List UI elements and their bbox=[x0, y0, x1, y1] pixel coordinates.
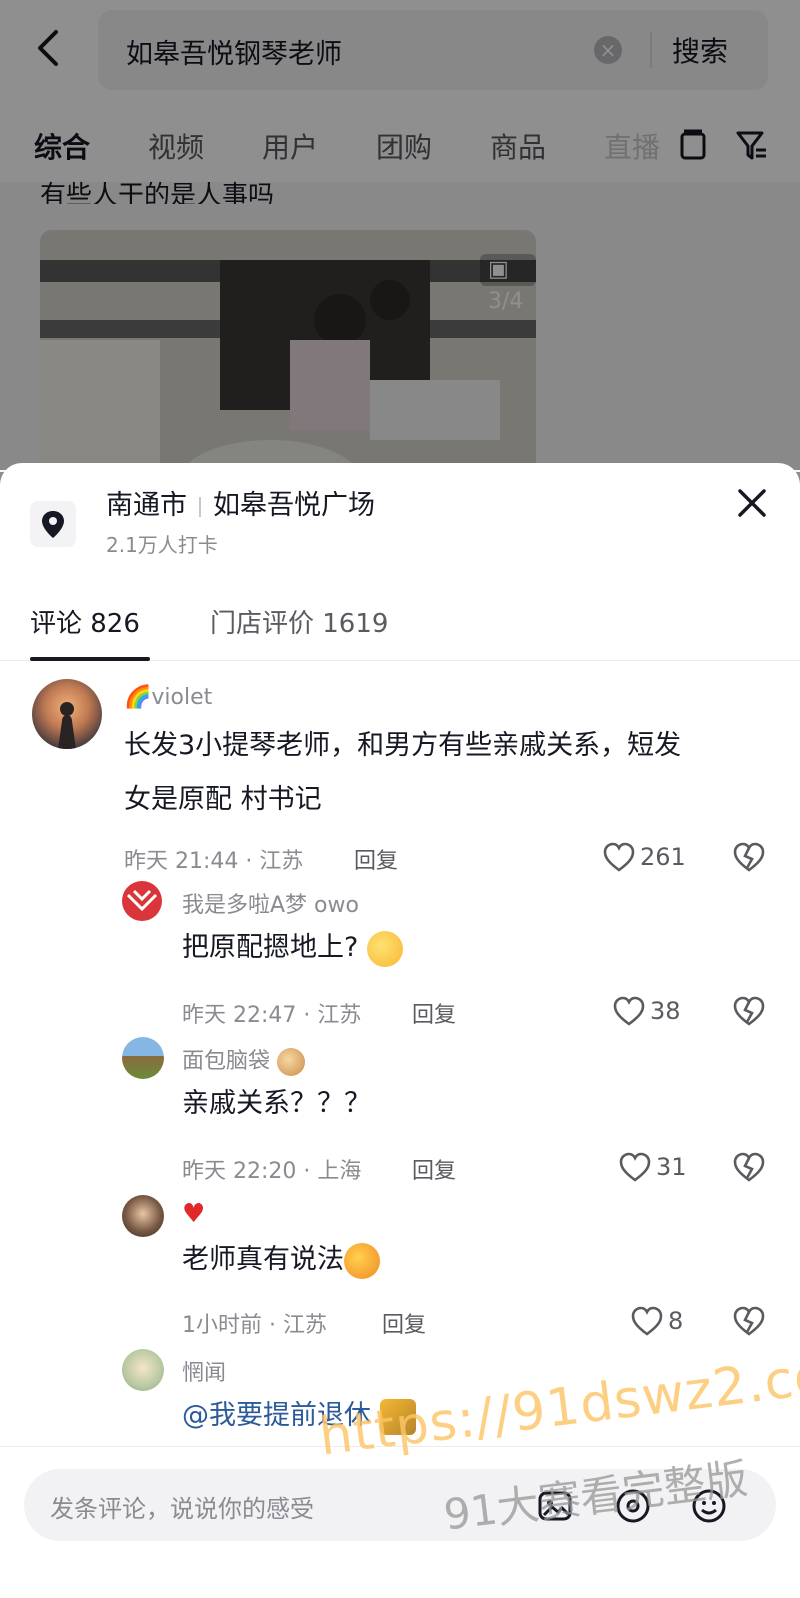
broken-heart-icon bbox=[733, 1306, 765, 1336]
comment-username[interactable]: 惘闻 bbox=[182, 1355, 226, 1387]
reply-button[interactable]: 回复 bbox=[354, 843, 398, 875]
comment-username[interactable]: 面包脑袋 bbox=[182, 1043, 306, 1076]
tab-group-buy[interactable]: 团购 bbox=[376, 126, 432, 166]
tab-products[interactable]: 商品 bbox=[490, 126, 546, 166]
location-separator bbox=[199, 496, 201, 517]
comment-text: 把原配摁地上? bbox=[182, 921, 403, 975]
location-title[interactable]: 南通市 如皋吾悦广场 bbox=[106, 483, 375, 522]
comment-text: 亲戚关系？？？ bbox=[182, 1088, 371, 1119]
laughing-face-emoji-icon bbox=[344, 1242, 380, 1279]
chevron-left-icon bbox=[38, 30, 58, 66]
location-place: 如皋吾悦广场 bbox=[213, 490, 375, 521]
avatar[interactable] bbox=[122, 1349, 164, 1391]
clear-icon[interactable]: × bbox=[594, 36, 622, 64]
active-tab-indicator bbox=[30, 657, 150, 661]
comment-username[interactable]: ♥ bbox=[182, 1199, 205, 1229]
comment-username-text: 面包脑袋 bbox=[182, 1049, 271, 1074]
location-icon bbox=[30, 501, 76, 547]
comment-meta: 昨天 21:44 · 江苏 bbox=[124, 849, 304, 874]
comment-text: 老师真有说法 bbox=[182, 1233, 380, 1287]
comment-text-content: 老师真有说法 bbox=[182, 1244, 344, 1275]
comment-username[interactable]: 🌈violet bbox=[124, 685, 212, 710]
reply-button[interactable]: 回复 bbox=[412, 1153, 456, 1185]
like-count: 8 bbox=[668, 1307, 684, 1335]
tab-users[interactable]: 用户 bbox=[262, 126, 318, 166]
dislike-button[interactable] bbox=[732, 841, 766, 875]
feed-caption: 有些人干的是人事吗 bbox=[40, 181, 275, 204]
heart-icon bbox=[603, 842, 635, 872]
tab-video[interactable]: 视频 bbox=[148, 126, 204, 166]
tab-comprehensive[interactable]: 综合 bbox=[34, 126, 90, 166]
image-counter: ▣ 3/4 bbox=[480, 254, 536, 314]
feed-image[interactable]: ▣ 3/4 bbox=[40, 230, 536, 490]
heart-icon bbox=[613, 996, 645, 1026]
tab-comments[interactable]: 评论 826 bbox=[30, 603, 140, 640]
comment-text-line1: 长发3小提琴老师，和男方有些亲戚关系，短发 bbox=[124, 730, 682, 761]
avatar[interactable] bbox=[32, 679, 102, 749]
heart-icon bbox=[631, 1306, 663, 1336]
heart-icon bbox=[619, 1152, 651, 1182]
layout-icon[interactable] bbox=[676, 128, 710, 162]
comment-text-content: 把原配摁地上? bbox=[182, 932, 359, 963]
comment-username[interactable]: 我是多啦A梦 owo bbox=[182, 887, 359, 919]
tab-live[interactable]: 直播 bbox=[604, 126, 660, 166]
comment-meta: 1小时前 · 江苏 bbox=[182, 1313, 327, 1338]
avatar[interactable] bbox=[122, 1037, 164, 1079]
search-input[interactable]: 如皋吾悦钢琴老师 × 搜索 bbox=[98, 10, 768, 90]
broken-heart-icon bbox=[733, 1152, 765, 1182]
feed-card[interactable]: 有些人干的是人事吗 ▣ 3/4 bbox=[0, 181, 800, 490]
like-count: 261 bbox=[640, 843, 686, 871]
reply-button[interactable]: 回复 bbox=[382, 1307, 426, 1339]
like-count: 31 bbox=[656, 1153, 687, 1181]
back-button[interactable] bbox=[30, 28, 70, 68]
result-tabs: 综合 视频 用户 团购 商品 直播 bbox=[0, 118, 800, 178]
comment-meta: 昨天 22:20 · 上海 bbox=[182, 1159, 362, 1184]
tab-store-reviews[interactable]: 门店评价 1619 bbox=[210, 603, 388, 640]
comment-meta: 昨天 22:47 · 江苏 bbox=[182, 1003, 362, 1028]
dislike-button[interactable] bbox=[732, 995, 766, 1029]
broken-heart-icon bbox=[733, 842, 765, 872]
comment-text-line2: 女是原配 村书记 bbox=[124, 784, 322, 815]
dislike-button[interactable] bbox=[732, 1305, 766, 1339]
search-divider bbox=[650, 32, 652, 68]
image-counter-text: 3/4 bbox=[488, 289, 524, 314]
bread-emoji-icon bbox=[277, 1048, 306, 1076]
dislike-button[interactable] bbox=[732, 1151, 766, 1185]
crying-face-emoji-icon bbox=[366, 930, 403, 967]
comment-input-placeholder: 发条评论，说说你的感受 bbox=[50, 1495, 314, 1523]
reply-button[interactable]: 回复 bbox=[412, 997, 456, 1029]
like-count: 38 bbox=[650, 997, 681, 1025]
search-query: 如皋吾悦钢琴老师 bbox=[126, 39, 342, 70]
photo-placeholder bbox=[40, 230, 536, 490]
search-results-page: 如皋吾悦钢琴老师 × 搜索 综合 视频 用户 团购 商品 直播 有些人干的是人事… bbox=[0, 0, 800, 490]
search-button[interactable]: 搜索 bbox=[672, 30, 728, 70]
broken-heart-icon bbox=[733, 996, 765, 1026]
close-button[interactable] bbox=[734, 485, 770, 521]
checkin-count: 2.1万人打卡 bbox=[106, 533, 218, 557]
avatar[interactable] bbox=[122, 1195, 164, 1237]
avatar[interactable] bbox=[122, 881, 162, 921]
filter-icon[interactable] bbox=[734, 128, 768, 162]
close-icon bbox=[738, 489, 766, 517]
sheet-tabs: 评论 826 门店评价 1619 bbox=[0, 603, 800, 661]
location-city: 南通市 bbox=[106, 490, 187, 521]
